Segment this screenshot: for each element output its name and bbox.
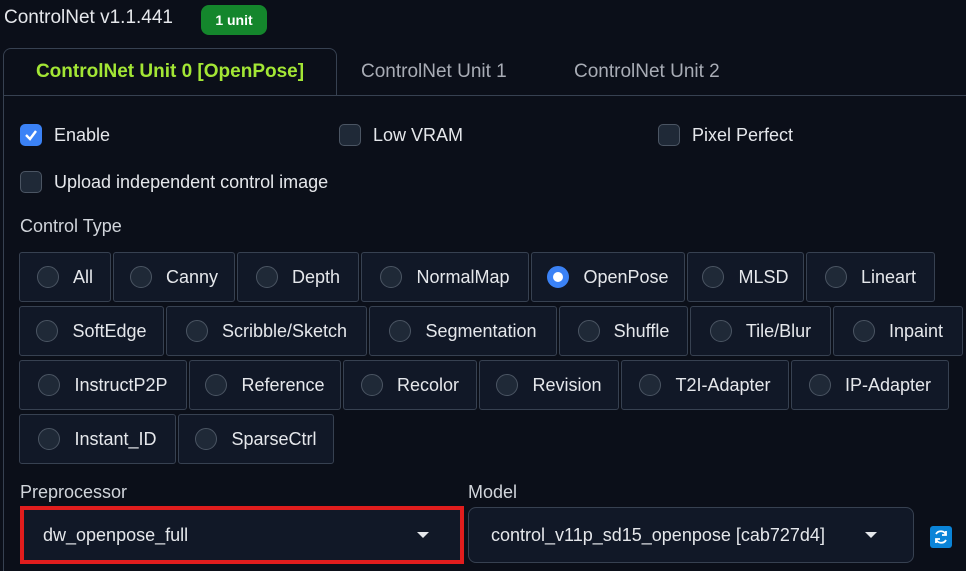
radio-circle bbox=[38, 374, 61, 396]
tab-controlnet-unit-1[interactable]: ControlNet Unit 1 bbox=[347, 49, 521, 95]
radio-circle bbox=[255, 266, 278, 288]
checkbox-box bbox=[658, 124, 680, 146]
radio-ip-adapter[interactable]: IP-Adapter bbox=[791, 360, 949, 410]
preprocessor-label: Preprocessor bbox=[20, 482, 128, 502]
refresh-icon[interactable] bbox=[930, 526, 952, 548]
radio-label: Canny bbox=[165, 266, 219, 287]
radio-label: T2I-Adapter bbox=[675, 374, 771, 395]
radio-depth[interactable]: Depth bbox=[237, 252, 359, 302]
radio-circle bbox=[496, 374, 519, 396]
radio-circle bbox=[824, 266, 847, 288]
radio-label: Revision bbox=[532, 374, 602, 395]
tab-controlnet-unit-0[interactable]: ControlNet Unit 0 [OpenPose] bbox=[3, 48, 337, 95]
preprocessor-highlight bbox=[20, 506, 464, 564]
radio-all[interactable]: All bbox=[19, 252, 111, 302]
radio-circle bbox=[360, 374, 383, 396]
radio-circle bbox=[709, 320, 732, 342]
radio-circle bbox=[129, 266, 152, 288]
radio-t2i-adapter[interactable]: T2I-Adapter bbox=[621, 360, 789, 410]
radio-label: IP-Adapter bbox=[844, 374, 932, 395]
radio-label: InstructP2P bbox=[74, 374, 168, 395]
radio-circle-selected bbox=[547, 266, 570, 288]
radio-label: NormalMap bbox=[416, 266, 510, 287]
radio-circle bbox=[389, 320, 412, 342]
radio-canny[interactable]: Canny bbox=[113, 252, 235, 302]
enable-label: Enable bbox=[54, 124, 111, 145]
radio-label: Lineart bbox=[860, 266, 917, 287]
radio-circle bbox=[808, 374, 831, 396]
radio-label: Reference bbox=[241, 374, 325, 395]
radio-circle bbox=[36, 266, 59, 288]
radio-label: MLSD bbox=[738, 266, 789, 287]
checkbox-box bbox=[20, 171, 42, 193]
radio-label: SparseCtrl bbox=[231, 428, 317, 449]
pixel-perfect-checkbox[interactable]: Pixel Perfect bbox=[658, 124, 793, 146]
radio-reference[interactable]: Reference bbox=[189, 360, 341, 410]
radio-label: OpenPose bbox=[583, 266, 669, 287]
radio-sparsectrl[interactable]: SparseCtrl bbox=[178, 414, 334, 464]
radio-circle bbox=[380, 266, 403, 288]
radio-mlsd[interactable]: MLSD bbox=[687, 252, 804, 302]
radio-label: Shuffle bbox=[613, 320, 670, 341]
radio-instant-id[interactable]: Instant_ID bbox=[19, 414, 176, 464]
radio-recolor[interactable]: Recolor bbox=[343, 360, 477, 410]
low-vram-label: Low VRAM bbox=[373, 124, 464, 145]
radio-instructp2p[interactable]: InstructP2P bbox=[19, 360, 187, 410]
upload-independent-label: Upload independent control image bbox=[54, 171, 329, 192]
app-title: ControlNet v1.1.441 bbox=[4, 7, 173, 28]
radio-label: Inpaint bbox=[888, 320, 944, 341]
radio-tile-blur[interactable]: Tile/Blur bbox=[690, 306, 831, 356]
radio-circle bbox=[639, 374, 662, 396]
model-value: control_v11p_sd15_openpose [cab727d4] bbox=[491, 524, 825, 545]
radio-lineart[interactable]: Lineart bbox=[806, 252, 935, 302]
upload-independent-checkbox[interactable]: Upload independent control image bbox=[20, 171, 328, 193]
radio-revision[interactable]: Revision bbox=[479, 360, 619, 410]
radio-label: Tile/Blur bbox=[745, 320, 812, 341]
radio-circle bbox=[38, 428, 61, 450]
radio-shuffle[interactable]: Shuffle bbox=[559, 306, 688, 356]
radio-label: SoftEdge bbox=[72, 320, 147, 341]
unit-count-badge: 1 unit bbox=[201, 5, 267, 35]
radio-label: Depth bbox=[291, 266, 341, 287]
radio-label: Scribble/Sketch bbox=[221, 320, 348, 341]
model-label: Model bbox=[468, 482, 518, 502]
radio-label: All bbox=[72, 266, 93, 287]
radio-openpose[interactable]: OpenPose bbox=[531, 252, 685, 302]
pixel-perfect-label: Pixel Perfect bbox=[692, 124, 794, 145]
chevron-down-icon bbox=[865, 532, 877, 538]
tab-controlnet-unit-2[interactable]: ControlNet Unit 2 bbox=[560, 49, 734, 95]
radio-label: Instant_ID bbox=[74, 428, 157, 449]
control-type-label: Control Type bbox=[20, 216, 122, 236]
radio-scribble-sketch[interactable]: Scribble/Sketch bbox=[166, 306, 367, 356]
model-dropdown[interactable]: control_v11p_sd15_openpose [cab727d4] bbox=[468, 507, 914, 563]
radio-circle bbox=[205, 374, 228, 396]
radio-circle bbox=[36, 320, 59, 342]
radio-circle bbox=[702, 266, 725, 288]
radio-circle bbox=[852, 320, 875, 342]
checkbox-box bbox=[339, 124, 361, 146]
radio-label: Recolor bbox=[396, 374, 460, 395]
radio-label: Segmentation bbox=[425, 320, 537, 341]
radio-circle bbox=[195, 428, 218, 450]
radio-normalmap[interactable]: NormalMap bbox=[361, 252, 529, 302]
radio-circle bbox=[577, 320, 600, 342]
low-vram-checkbox[interactable]: Low VRAM bbox=[339, 124, 463, 146]
radio-circle bbox=[185, 320, 208, 342]
radio-softedge[interactable]: SoftEdge bbox=[19, 306, 164, 356]
enable-checkbox[interactable]: Enable bbox=[20, 124, 110, 146]
checkmark-icon bbox=[20, 124, 42, 146]
radio-inpaint[interactable]: Inpaint bbox=[833, 306, 963, 356]
radio-segmentation[interactable]: Segmentation bbox=[369, 306, 557, 356]
header: ControlNet v1.1.441 1 unit bbox=[0, 0, 966, 38]
